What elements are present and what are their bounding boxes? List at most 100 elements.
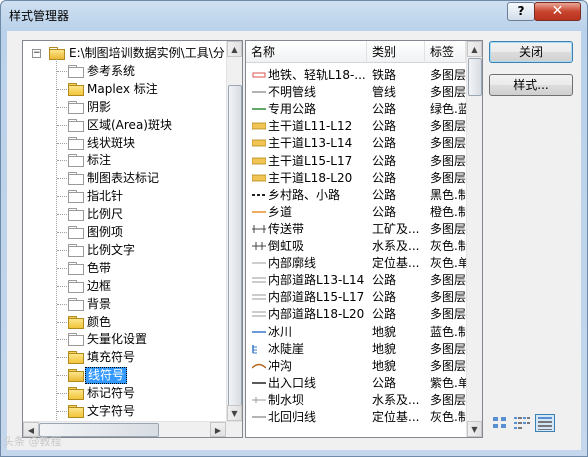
close-button[interactable]: 关闭	[489, 41, 573, 63]
symbol-category: 水系及...	[372, 239, 420, 253]
tree-item[interactable]: 文字符号	[23, 402, 226, 420]
tree-item[interactable]: Maplex 标注	[23, 80, 226, 98]
folder-icon	[68, 100, 84, 114]
symbol-list[interactable]: 名称 类别 标签 地铁、轻轨L18-... 铁路 多图层 不明管线 管线 多图层 专用公路公…	[245, 40, 483, 438]
tree-item[interactable]: 指北针	[23, 187, 226, 205]
styles-button[interactable]: 样式...	[489, 74, 573, 96]
tree-item[interactable]: 颜色	[23, 313, 226, 331]
symbol-row[interactable]: 冰陡崖 地貌 多图层	[246, 340, 466, 358]
symbol-category: 管线	[372, 85, 397, 100]
list-scroll-down-arrow-icon[interactable]: ▼	[467, 421, 482, 437]
tree-item[interactable]: 色带	[23, 259, 226, 277]
list-scroll-up-arrow-icon[interactable]: ▲	[467, 41, 482, 57]
symbol-category: 公路	[372, 153, 397, 168]
tree-item[interactable]: 参考系统	[23, 62, 226, 80]
column-header-tags[interactable]: 标签	[425, 41, 466, 63]
tree-root[interactable]: − E:\制图培训数据实例\工具\分	[23, 44, 226, 62]
symbol-tags: 多图层	[430, 170, 466, 185]
tree-item[interactable]: 边框	[23, 277, 226, 295]
line-symbol-icon	[252, 139, 266, 147]
tree-item-label: 阴影	[87, 99, 112, 114]
symbol-tags: 灰色.制	[430, 410, 466, 424]
tree-scroll-right-arrow-icon[interactable]: ▶	[210, 422, 226, 437]
style-folder-tree[interactable]: − E:\制图培训数据实例\工具\分 参考系统 Maplex 标注 阴影区域(Area)…	[22, 40, 243, 438]
symbol-row[interactable]: 专用公路 公路 绿色.蓝	[246, 100, 466, 118]
collapse-toggle-icon[interactable]: −	[32, 49, 41, 58]
symbol-row[interactable]: 传送带 工矿及... 多图层	[246, 220, 466, 238]
title-bar[interactable]: 样式管理器 ? ✕	[1, 1, 587, 29]
column-header-category[interactable]: 类别	[367, 41, 425, 63]
list-scroll-thumb[interactable]	[468, 58, 482, 96]
tree-item-label: 参考系统	[87, 63, 136, 78]
column-header-name[interactable]: 名称	[246, 41, 367, 63]
symbol-tags: 多图层	[430, 273, 466, 288]
window-close-button[interactable]: ✕	[534, 2, 581, 21]
line-symbol-icon	[252, 416, 266, 418]
list-vertical-scrollbar[interactable]: ▲ ▼	[466, 41, 482, 437]
symbol-row[interactable]: 内部廓线 定位基... 灰色.单	[246, 254, 466, 272]
tree-scroll-up-arrow-icon[interactable]: ▲	[227, 41, 242, 57]
tree-scroll-thumb[interactable]	[228, 85, 242, 413]
tree-item-label: 线符号	[85, 367, 128, 385]
folder-icon	[68, 154, 84, 168]
symbol-category: 地貌	[372, 341, 397, 356]
tree-scroll-down-arrow-icon[interactable]: ▼	[227, 405, 242, 421]
folder-icon	[68, 297, 84, 311]
symbol-row[interactable]: 倒虹吸 水系及... 灰色.制	[246, 237, 466, 255]
symbol-name: 北回归线	[268, 410, 317, 424]
folder-icon	[68, 405, 84, 418]
symbol-row[interactable]: 地铁、轻轨L18-... 铁路 多图层	[246, 66, 466, 84]
folder-icon	[68, 118, 84, 132]
tree-item[interactable]: 比例文字	[23, 241, 226, 259]
tree-item[interactable]: 标注	[23, 151, 226, 169]
list-view-icon[interactable]	[513, 415, 531, 431]
symbol-row[interactable]: 冰川 地貌 蓝色.制	[246, 323, 466, 341]
symbol-category: 公路	[372, 136, 397, 151]
symbol-name: 传送带	[268, 221, 305, 236]
large-icons-view-icon[interactable]	[491, 415, 509, 431]
folder-icon	[68, 261, 84, 275]
symbol-tags: 多图层	[430, 153, 466, 168]
line-symbol-icon	[252, 122, 266, 130]
symbol-row[interactable]: 主干道L18-L20 公路 多图层	[246, 169, 466, 187]
tree-vertical-scrollbar[interactable]: ▲ ▼	[226, 41, 242, 421]
symbol-row[interactable]: 制水坝 水系及... 多图层	[246, 391, 466, 409]
symbol-row[interactable]: 冲沟 地貌 多图层	[246, 357, 466, 375]
symbol-row[interactable]: 内部道路L13-L14 公路 多图层	[246, 271, 466, 289]
symbol-row[interactable]: 主干道L11-L12 公路 多图层	[246, 117, 466, 135]
symbol-name: 不明管线	[268, 85, 317, 100]
symbol-category: 定位基...	[372, 256, 420, 271]
help-button[interactable]: ?	[507, 2, 535, 21]
tree-item-label: 图例项	[87, 225, 124, 239]
symbol-row[interactable]: 出入口线 公路 紫色.单	[246, 374, 466, 392]
tree-item[interactable]: 线符号	[23, 366, 226, 385]
symbol-row[interactable]: 乡村路、小路 公路 黑色.制	[246, 186, 466, 204]
tree-item[interactable]: 制图表达标记	[23, 169, 226, 187]
line-symbol-icon	[252, 396, 266, 403]
tree-item[interactable]: 标记符号	[23, 384, 226, 402]
tree-item[interactable]: 阴影	[23, 98, 226, 116]
tree-item[interactable]: 背景	[23, 295, 226, 313]
line-symbol-icon	[252, 363, 266, 369]
tree-item-label: 线状斑块	[87, 135, 136, 150]
folder-icon	[68, 226, 84, 239]
symbol-row[interactable]: 北回归线 定位基... 灰色.制	[246, 408, 466, 426]
tree-item[interactable]: 矢量化设置	[23, 330, 226, 348]
tree-item[interactable]: 图例项	[23, 223, 226, 241]
details-view-icon[interactable]	[535, 414, 555, 432]
symbol-name: 倒虹吸	[268, 239, 305, 253]
tree-item[interactable]: 比例尺	[23, 205, 226, 223]
symbol-row[interactable]: 内部道路L18-L20 公路 多图层	[246, 305, 466, 323]
tree-item[interactable]: 线状斑块	[23, 134, 226, 152]
tree-item-label: 背景	[87, 296, 112, 311]
symbol-row[interactable]: 不明管线 管线 多图层	[246, 83, 466, 101]
tree-item[interactable]: 区域(Area)斑块	[23, 116, 226, 134]
symbol-category: 铁路	[372, 68, 397, 82]
tree-item[interactable]: 填充符号	[23, 348, 226, 366]
symbol-row[interactable]: 主干道L15-L17 公路 多图层	[246, 152, 466, 170]
line-symbol-icon	[252, 157, 266, 164]
symbol-row[interactable]: 主干道L13-L14 公路 多图层	[246, 134, 466, 152]
symbol-name: 专用公路	[268, 102, 317, 117]
symbol-row[interactable]: 乡道 公路 橙色.制	[246, 203, 466, 221]
symbol-row[interactable]: 内部道路L15-L17 公路 多图层	[246, 288, 466, 306]
